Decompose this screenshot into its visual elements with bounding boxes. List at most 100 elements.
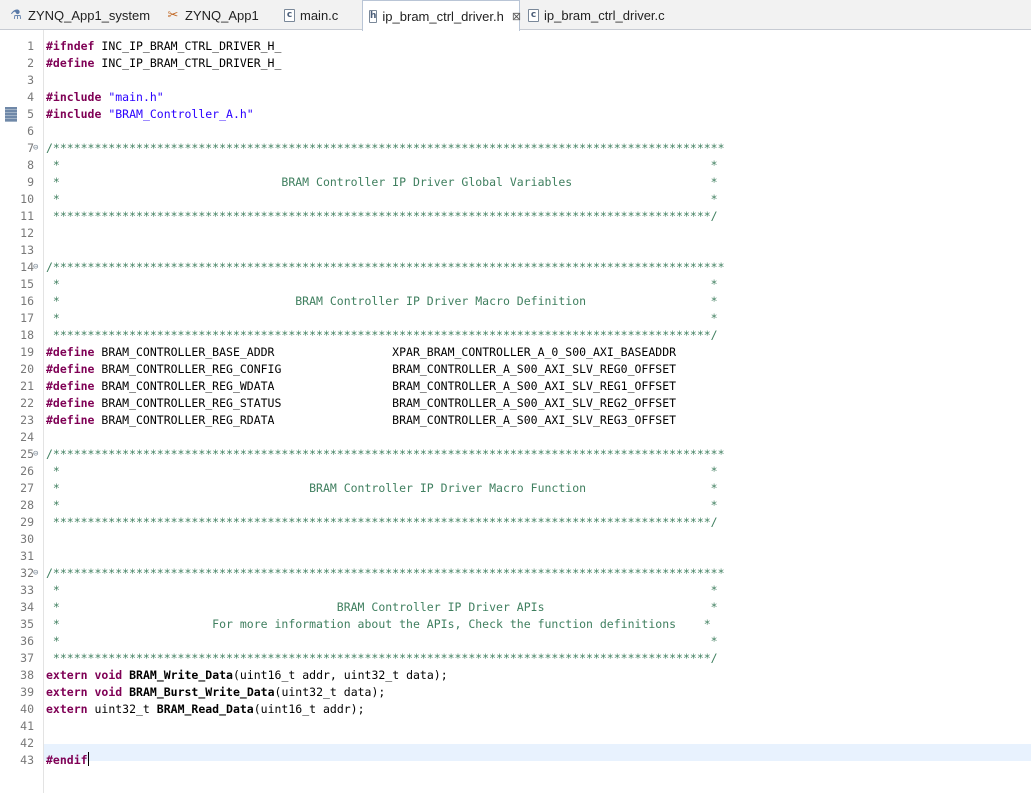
comment-token: /***************************************… <box>46 447 725 461</box>
tab-zynq-app1[interactable]: ✂ ZYNQ_App1 <box>160 0 272 30</box>
system-project-icon: ⚗ <box>10 7 22 23</box>
fold-collapse-icon[interactable]: ⊖ <box>33 565 38 582</box>
comment-token: * * <box>46 464 718 478</box>
tab-label: main.c <box>300 7 339 23</box>
code-token: BRAM_CONTROLLER_REG_CONFIG BRAM_CONTROLL… <box>94 362 677 376</box>
keyword-token: void <box>94 668 123 682</box>
comment-token: * * <box>46 192 718 206</box>
line-number: 26 <box>20 464 34 478</box>
tab-ip-bram-ctrl-driver-c[interactable]: c ip_bram_ctrl_driver.c <box>522 0 672 30</box>
tab-main-c[interactable]: c main.c <box>278 0 360 30</box>
code-text: /***************************************… <box>46 259 725 276</box>
tab-label: ip_bram_ctrl_driver.c <box>544 7 665 23</box>
line-number: 25 <box>20 447 34 461</box>
tab-label: ZYNQ_App1_system <box>28 7 151 23</box>
code-text: * * <box>46 497 718 514</box>
tab-ip-bram-ctrl-driver-h[interactable]: h ip_bram_ctrl_driver.h ⊠ <box>362 0 521 31</box>
header-file-icon: h <box>369 9 378 23</box>
line-number: 32 <box>20 566 34 580</box>
line-number: 7 <box>27 141 34 155</box>
keyword-token: #define <box>46 396 95 410</box>
line-number: 9 <box>27 175 34 189</box>
keyword-token: void <box>94 685 123 699</box>
line-number: 42 <box>20 736 34 750</box>
comment-token: ****************************************… <box>46 328 718 342</box>
code-text: ****************************************… <box>46 650 718 667</box>
c-source-file-icon: c <box>284 8 295 22</box>
line-number: 43 <box>20 753 34 767</box>
code-text: #ifndef INC_IP_BRAM_CTRL_DRIVER_H_ <box>46 38 281 55</box>
code-text: * * <box>46 276 718 293</box>
comment-token: * * <box>46 158 718 172</box>
code-text: extern void BRAM_Write_Data(uint16_t add… <box>46 667 448 684</box>
comment-token: * * <box>46 498 718 512</box>
line-number: 12 <box>20 226 34 240</box>
keyword-token: #ifndef <box>46 39 95 53</box>
line-number: 24 <box>20 430 34 444</box>
line-number: 21 <box>20 379 34 393</box>
code-text: * BRAM Controller IP Driver APIs * <box>46 599 718 616</box>
tab-zynq-app1-system[interactable]: ⚗ ZYNQ_App1_system <box>2 0 152 30</box>
code-token: INC_IP_BRAM_CTRL_DRIVER_H_ <box>94 56 282 70</box>
line-number: 14 <box>20 260 34 274</box>
code-text: ****************************************… <box>46 327 718 344</box>
comment-token: /***************************************… <box>46 566 725 580</box>
code-text: #include "main.h" <box>46 89 164 106</box>
code-token: BRAM_CONTROLLER_REG_WDATA BRAM_CONTROLLE… <box>94 379 677 393</box>
code-text: * BRAM Controller IP Driver Global Varia… <box>46 174 718 191</box>
line-number: 27 <box>20 481 34 495</box>
code-text: ****************************************… <box>46 514 718 531</box>
string-token: "main.h" <box>108 90 164 104</box>
editor-tab-bar: ⚗ ZYNQ_App1_system ✂ ZYNQ_App1 c main.c … <box>0 0 1031 31</box>
code-text: #endif <box>46 752 89 769</box>
close-tab-icon[interactable]: ⊠ <box>512 10 521 23</box>
code-text: #define BRAM_CONTROLLER_REG_RDATA BRAM_C… <box>46 412 676 429</box>
fold-collapse-icon[interactable]: ⊖ <box>33 140 38 157</box>
code-text: * * <box>46 463 718 480</box>
comment-token: * * <box>46 277 718 291</box>
code-text: * * <box>46 157 718 174</box>
code-text: * * <box>46 191 718 208</box>
code-token: BRAM_CONTROLLER_REG_RDATA BRAM_CONTROLLE… <box>94 413 677 427</box>
keyword-token: extern <box>46 668 88 682</box>
keyword-token: #define <box>46 345 95 359</box>
fold-collapse-icon[interactable]: ⊖ <box>33 446 38 463</box>
comment-token: * BRAM Controller IP Driver Macro Functi… <box>46 481 718 495</box>
code-text: #define INC_IP_BRAM_CTRL_DRIVER_H_ <box>46 55 281 72</box>
line-number: 10 <box>20 192 34 206</box>
line-number: 33 <box>20 583 34 597</box>
line-number: 16 <box>20 294 34 308</box>
line-number: 35 <box>20 617 34 631</box>
code-token: (uint16_t addr, uint32_t data); <box>232 668 448 682</box>
comment-token: * * <box>46 583 718 597</box>
code-editor[interactable]: 1 #ifndef INC_IP_BRAM_CTRL_DRIVER_H_ 2 #def… <box>0 30 1031 793</box>
code-token: (uint16_t addr); <box>253 702 365 716</box>
line-number: 18 <box>20 328 34 342</box>
line-number: 36 <box>20 634 34 648</box>
code-text: #define BRAM_CONTROLLER_REG_STATUS BRAM_… <box>46 395 676 412</box>
code-text: * For more information about the APIs, C… <box>46 616 711 633</box>
line-number: 22 <box>20 396 34 410</box>
comment-token: ****************************************… <box>46 209 718 223</box>
line-number: 19 <box>20 345 34 359</box>
keyword-token: extern <box>46 702 88 716</box>
fold-collapse-icon[interactable]: ⊖ <box>33 259 38 276</box>
comment-token: /***************************************… <box>46 141 725 155</box>
keyword-token: #define <box>46 362 95 376</box>
code-text: /***************************************… <box>46 565 725 582</box>
line-number: 28 <box>20 498 34 512</box>
code-text: #define BRAM_CONTROLLER_REG_WDATA BRAM_C… <box>46 378 676 395</box>
code-text: /***************************************… <box>46 446 725 463</box>
code-text: /***************************************… <box>46 140 725 157</box>
code-text: extern void BRAM_Burst_Write_Data(uint32… <box>46 684 385 701</box>
code-text: ****************************************… <box>46 208 718 225</box>
line-number: 41 <box>20 719 34 733</box>
line-number: 37 <box>20 651 34 665</box>
comment-token: * * <box>46 634 718 648</box>
code-token: BRAM_CONTROLLER_REG_STATUS BRAM_CONTROLL… <box>94 396 677 410</box>
tab-label: ip_bram_ctrl_driver.h <box>382 8 504 24</box>
comment-token: * BRAM Controller IP Driver APIs * <box>46 600 718 614</box>
line-number: 13 <box>20 243 34 257</box>
line-number: 34 <box>20 600 34 614</box>
code-text: * * <box>46 582 718 599</box>
